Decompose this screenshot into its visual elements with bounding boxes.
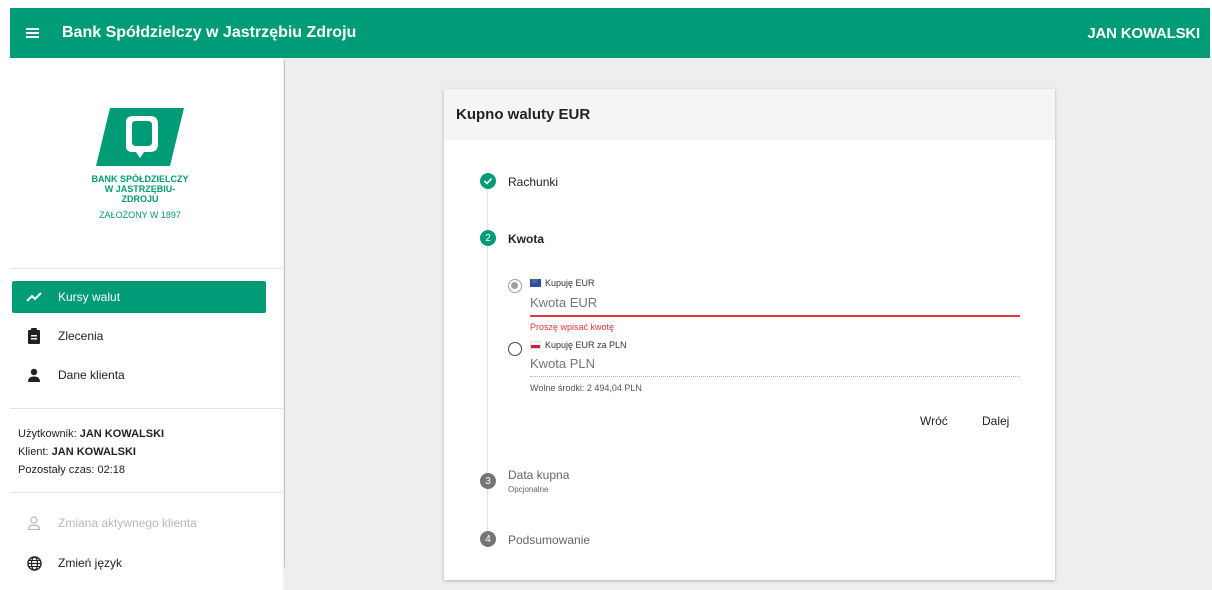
session-client: Klient: JAN KOWALSKI xyxy=(18,446,136,458)
clipboard-icon xyxy=(26,328,42,344)
nav-item-kursy-walut[interactable]: Kursy walut xyxy=(12,281,266,313)
buy-eur-label: Kupuję EUR xyxy=(530,276,595,288)
amount-eur-input[interactable] xyxy=(530,295,830,310)
back-button[interactable]: Wróć xyxy=(920,414,948,428)
logo-line-2: W JASTRZĘBIU-ZDROJU xyxy=(104,184,176,204)
sidebar: BANK SPÓŁDZIELCZY W JASTRZĘBIU-ZDROJU ZA… xyxy=(10,58,295,590)
bank-logo: BANK SPÓŁDZIELCZY W JASTRZĘBIU-ZDROJU ZA… xyxy=(88,108,192,220)
trending-icon xyxy=(26,289,42,305)
amount-pln-input[interactable] xyxy=(530,356,830,371)
person-outline-icon xyxy=(26,515,42,531)
step-rachunki[interactable]: Rachunki xyxy=(508,175,558,189)
nav-item-zlecenia[interactable]: Zlecenia xyxy=(12,320,266,352)
step-kwota[interactable]: Kwota xyxy=(508,232,544,246)
eu-flag-icon xyxy=(530,276,541,287)
radio-buy-eur-for-pln[interactable] xyxy=(508,342,522,356)
nav-item-label: Zlecenia xyxy=(58,329,104,343)
change-language-button[interactable]: Zmień język xyxy=(12,547,266,579)
person-icon xyxy=(26,367,42,383)
step-podsumowanie[interactable]: Podsumowanie xyxy=(508,533,590,547)
session-time: Pozostały czas: 02:18 xyxy=(18,464,126,476)
app-title: Bank Spółdzielczy w Jastrzębiu Zdroju xyxy=(62,24,357,41)
change-client-button[interactable]: Zmiana aktywnego klienta xyxy=(12,507,266,539)
pl-flag-icon xyxy=(530,341,541,349)
menu-icon[interactable] xyxy=(10,8,54,58)
radio-buy-eur[interactable] xyxy=(508,279,522,293)
step-data-kupna[interactable]: Data kupna xyxy=(508,468,569,482)
card-title: Kupno waluty EUR xyxy=(444,89,1055,140)
available-funds: Wolne środki: 2 494,04 PLN xyxy=(530,383,642,393)
divider xyxy=(10,268,283,269)
step-number-2: 2 xyxy=(480,230,496,246)
bank-logo-icon xyxy=(96,108,184,166)
step-done-check-icon xyxy=(480,173,496,189)
step-number-4: 4 xyxy=(480,531,496,547)
divider xyxy=(10,408,283,409)
change-client-label: Zmiana aktywnego klienta xyxy=(58,516,197,530)
change-language-label: Zmień język xyxy=(58,556,123,570)
nav-item-label: Dane klienta xyxy=(58,368,125,382)
top-app-bar: Bank Spółdzielczy w Jastrzębiu Zdroju JA… xyxy=(10,8,1210,58)
next-button[interactable]: Dalej xyxy=(982,414,1009,428)
header-user-name[interactable]: JAN KOWALSKI xyxy=(1087,25,1200,42)
amount-eur-underline xyxy=(530,315,1020,317)
nav-item-dane-klienta[interactable]: Dane klienta xyxy=(12,359,266,391)
exchange-card: Kupno waluty EUR Rachunki 2 Kwota Kupuję… xyxy=(444,89,1055,580)
logo-line-1: BANK SPÓŁDZIELCZY xyxy=(91,174,189,184)
main-content: Kupno waluty EUR Rachunki 2 Kwota Kupuję… xyxy=(285,58,1212,590)
buy-eur-for-pln-label: Kupuję EUR za PLN xyxy=(530,340,627,350)
nav-item-label: Kursy walut xyxy=(58,290,121,304)
logo-founded: ZAŁOŻONY W 1897 xyxy=(99,210,181,220)
globe-icon xyxy=(26,555,42,571)
step-optional-hint: Opcjonalne xyxy=(508,485,549,494)
step-number-3: 3 xyxy=(480,473,496,489)
divider xyxy=(10,492,283,493)
session-user: Użytkownik: JAN KOWALSKI xyxy=(18,428,165,440)
amount-error-message: Proszę wpisać kwotę xyxy=(530,322,615,332)
amount-pln-underline xyxy=(530,376,1020,377)
